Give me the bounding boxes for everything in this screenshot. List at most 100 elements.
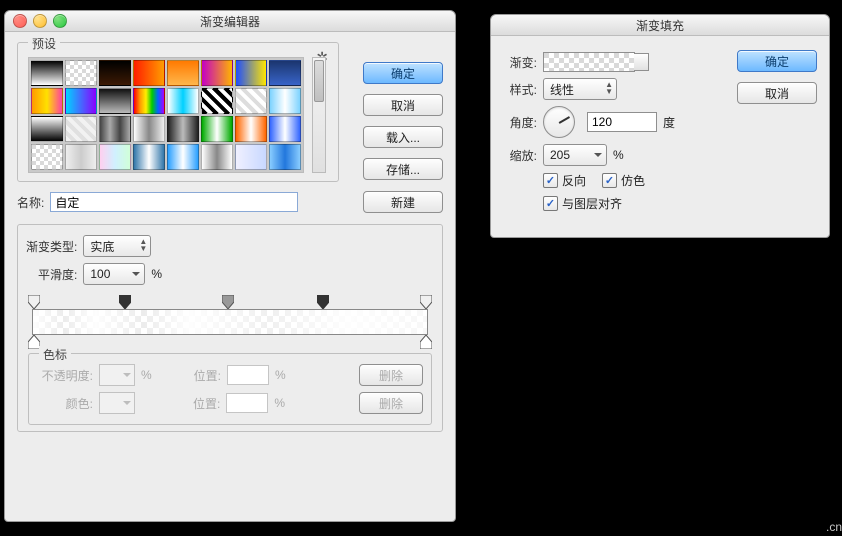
- stops-fieldset: 色标 不透明度: % 位置: % 删除 颜色:: [28, 353, 432, 425]
- opacity-stop[interactable]: [222, 295, 234, 309]
- angle-input[interactable]: [587, 112, 657, 132]
- preset-swatch[interactable]: [133, 144, 165, 170]
- position1-unit: %: [275, 368, 286, 382]
- style-label: 样式:: [503, 81, 537, 98]
- preset-swatch[interactable]: [167, 60, 199, 86]
- preset-swatch[interactable]: [201, 144, 233, 170]
- editor-titlebar[interactable]: 渐变编辑器: [5, 11, 455, 32]
- preset-swatch[interactable]: [65, 88, 97, 114]
- position1-input: [227, 365, 269, 385]
- preset-swatch[interactable]: [31, 60, 63, 86]
- color-swatch-select: [99, 392, 135, 414]
- ok-button[interactable]: 确定: [363, 62, 443, 84]
- preset-swatch[interactable]: [99, 116, 131, 142]
- type-label: 渐变类型:: [26, 238, 77, 255]
- preset-swatch[interactable]: [99, 60, 131, 86]
- gradient-fill-window: 渐变填充 确定 取消 渐变: 样式: 线性 ▲▼ 角度: 度 缩放: 2: [490, 14, 830, 238]
- preset-swatch[interactable]: [31, 144, 63, 170]
- type-value: 实底: [90, 238, 114, 255]
- position1-label: 位置:: [194, 367, 221, 384]
- presets-fieldset: 预设 ✲: [17, 42, 339, 182]
- opacity-label: 不透明度:: [37, 367, 93, 384]
- preset-swatch[interactable]: [99, 88, 131, 114]
- opacity-stop[interactable]: [317, 295, 329, 309]
- fill-cancel-button[interactable]: 取消: [737, 82, 817, 104]
- position2-label: 位置:: [193, 395, 220, 412]
- preset-swatch[interactable]: [269, 116, 301, 142]
- gradient-bar[interactable]: [32, 299, 428, 345]
- preset-swatch[interactable]: [201, 88, 233, 114]
- scale-value: 205: [550, 148, 570, 162]
- watermark-text: .cn: [826, 520, 842, 534]
- cancel-button[interactable]: 取消: [363, 94, 443, 116]
- preset-swatch[interactable]: [31, 88, 63, 114]
- preset-swatch[interactable]: [269, 60, 301, 86]
- close-icon[interactable]: [13, 14, 27, 28]
- preset-swatch[interactable]: [133, 60, 165, 86]
- align-checkbox[interactable]: ✓ 与图层对齐: [543, 195, 622, 212]
- dither-checkbox[interactable]: ✓ 仿色: [602, 172, 645, 189]
- preset-swatch[interactable]: [31, 116, 63, 142]
- fill-titlebar[interactable]: 渐变填充: [491, 15, 829, 36]
- smoothness-unit: %: [151, 267, 162, 281]
- preset-swatch[interactable]: [235, 116, 267, 142]
- preset-grid[interactable]: [28, 57, 304, 173]
- align-label: 与图层对齐: [562, 195, 622, 212]
- angle-dial[interactable]: [543, 106, 575, 138]
- preset-scrollbar[interactable]: [312, 57, 326, 173]
- preset-swatch[interactable]: [99, 144, 131, 170]
- opacity-unit: %: [141, 368, 152, 382]
- color-stop[interactable]: [420, 335, 432, 349]
- scale-label: 缩放:: [503, 147, 537, 164]
- position2-input: [226, 393, 268, 413]
- editor-title: 渐变编辑器: [200, 13, 260, 30]
- preset-swatch[interactable]: [235, 60, 267, 86]
- editor-button-column: 确定 取消 载入... 存储...: [363, 62, 443, 180]
- color-label: 颜色:: [37, 395, 93, 412]
- gradient-editor-window: 渐变编辑器 确定 取消 载入... 存储... 预设 ✲: [4, 10, 456, 522]
- preset-swatch[interactable]: [201, 60, 233, 86]
- preset-swatch[interactable]: [269, 88, 301, 114]
- scale-select[interactable]: 205: [543, 144, 607, 166]
- scale-unit: %: [613, 148, 624, 162]
- delete-opacity-stop-button: 删除: [359, 364, 423, 386]
- smoothness-select[interactable]: 100: [83, 263, 145, 285]
- preset-swatch[interactable]: [133, 116, 165, 142]
- style-value: 线性: [550, 81, 574, 98]
- preset-swatch[interactable]: [65, 60, 97, 86]
- save-button[interactable]: 存储...: [363, 158, 443, 180]
- preset-swatch[interactable]: [65, 144, 97, 170]
- name-input[interactable]: [50, 192, 298, 212]
- window-controls: [13, 14, 67, 28]
- preset-swatch[interactable]: [167, 116, 199, 142]
- preset-swatch[interactable]: [167, 144, 199, 170]
- fill-title: 渐变填充: [636, 17, 684, 34]
- smoothness-value: 100: [90, 267, 110, 281]
- fill-ok-button[interactable]: 确定: [737, 50, 817, 72]
- load-button[interactable]: 载入...: [363, 126, 443, 148]
- stops-legend: 色标: [39, 346, 71, 363]
- minimize-icon[interactable]: [33, 14, 47, 28]
- preset-swatch[interactable]: [235, 144, 267, 170]
- type-select[interactable]: 实底 ▲▼: [83, 235, 151, 257]
- name-label: 名称:: [17, 194, 44, 211]
- delete-color-stop-button: 删除: [359, 392, 423, 414]
- preset-swatch[interactable]: [201, 116, 233, 142]
- opacity-stop[interactable]: [119, 295, 131, 309]
- position2-unit: %: [274, 396, 285, 410]
- opacity-stop[interactable]: [420, 295, 432, 309]
- angle-unit: 度: [663, 114, 675, 131]
- preset-swatch[interactable]: [133, 88, 165, 114]
- zoom-icon[interactable]: [53, 14, 67, 28]
- opacity-stop[interactable]: [28, 295, 40, 309]
- gradient-preview-dropdown[interactable]: [543, 52, 635, 72]
- preset-swatch[interactable]: [65, 116, 97, 142]
- new-button[interactable]: 新建: [363, 191, 443, 213]
- preset-swatch[interactable]: [167, 88, 199, 114]
- reverse-label: 反向: [562, 172, 586, 189]
- preset-swatch[interactable]: [269, 144, 301, 170]
- preset-swatch[interactable]: [235, 88, 267, 114]
- angle-label: 角度:: [503, 114, 537, 131]
- reverse-checkbox[interactable]: ✓ 反向: [543, 172, 586, 189]
- style-select[interactable]: 线性 ▲▼: [543, 78, 617, 100]
